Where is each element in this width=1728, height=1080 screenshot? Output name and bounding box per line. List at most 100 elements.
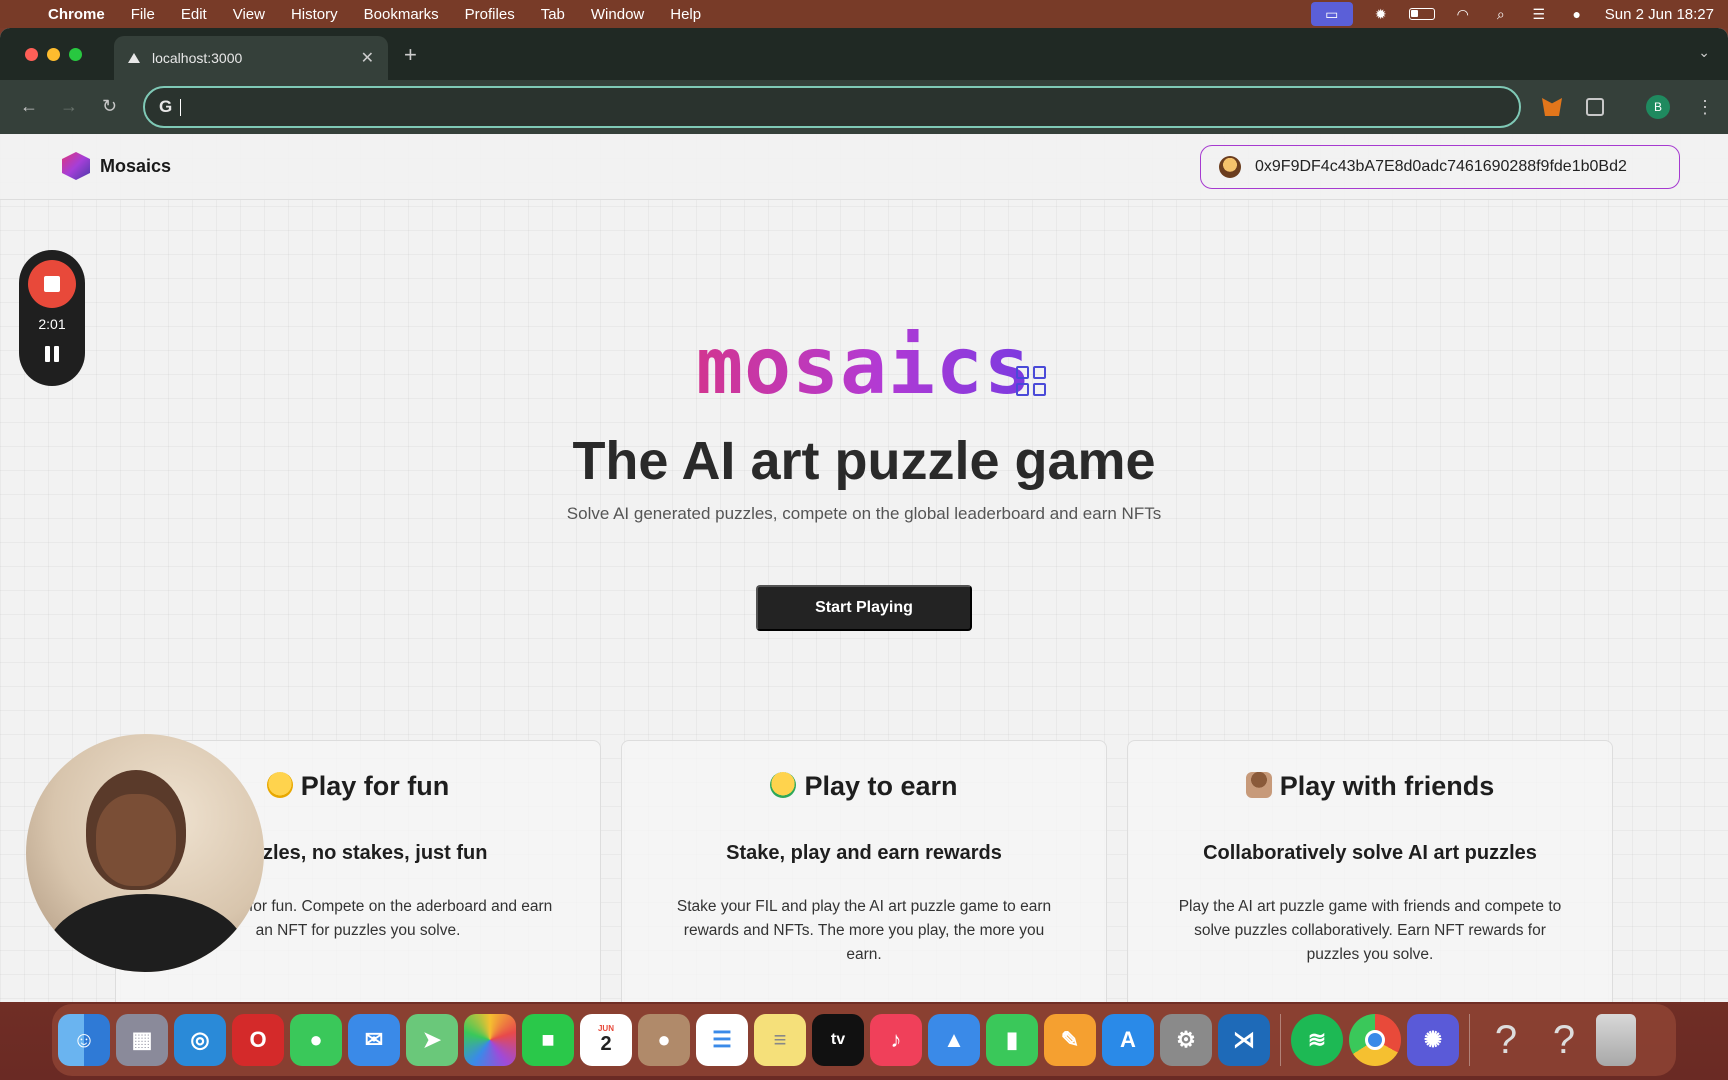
screen-record-icon[interactable]: ▭ (1310, 2, 1353, 26)
mosaics-cube-logo-icon (62, 152, 90, 180)
screen-recorder-app-icon[interactable]: ✺ (1407, 1014, 1459, 1066)
menu-tab[interactable]: Tab (541, 6, 565, 23)
menu-profiles[interactable]: Profiles (465, 6, 515, 23)
screen-recorder-widget: 2:01 (19, 250, 85, 386)
calendar-icon[interactable]: JUN 2 (580, 1014, 632, 1066)
forward-arrow-icon[interactable]: → (60, 96, 78, 117)
spotify-icon[interactable]: ≋ (1291, 1014, 1343, 1066)
brightness-icon[interactable]: ✹ (1371, 6, 1391, 22)
macos-dock: ☺ ▦ ◎ O ● ✉ ➤ ■ JUN 2 ● ☰ ≡ tv ♪ ▲ ▮ ✎ A… (52, 1004, 1676, 1076)
pages-icon[interactable]: ✎ (1044, 1014, 1096, 1066)
opera-icon[interactable]: O (232, 1014, 284, 1066)
music-icon[interactable]: ♪ (870, 1014, 922, 1066)
safari-icon[interactable]: ◎ (174, 1014, 226, 1066)
notes-icon[interactable]: ≡ (754, 1014, 806, 1066)
facetime-icon[interactable]: ■ (522, 1014, 574, 1066)
apple-tv-icon[interactable]: tv (812, 1014, 864, 1066)
photos-icon[interactable] (464, 1014, 516, 1066)
contacts-icon[interactable]: ● (638, 1014, 690, 1066)
hero-subtitle: Solve AI generated puzzles, compete on t… (566, 504, 1162, 523)
close-tab-icon[interactable]: ✕ (361, 48, 374, 68)
card-heading: Collaboratively solve AI art puzzles (1203, 842, 1537, 864)
card-title: Play to earn (622, 771, 1106, 802)
wallet-connect-button[interactable]: 0x9F9DF4c43bA7E8d0adc7461690288f9fde1b0B… (1200, 145, 1680, 189)
vscode-icon[interactable]: ⋊ (1218, 1014, 1270, 1066)
hero-logo-word: mosaics (696, 322, 1032, 412)
window-controls (25, 47, 82, 61)
menu-edit[interactable]: Edit (181, 6, 207, 23)
vercel-favicon-icon (128, 53, 140, 63)
brand-name: Mosaics (100, 155, 172, 176)
tab-title: localhost:3000 (152, 50, 243, 66)
menu-bookmarks[interactable]: Bookmarks (364, 6, 439, 23)
finder-icon[interactable]: ☺ (58, 1014, 110, 1066)
minimize-window-button[interactable] (47, 47, 60, 61)
card-title: Play with friends (1128, 771, 1612, 802)
messages-icon[interactable]: ● (290, 1014, 342, 1066)
mosaic-grid-icon (1016, 366, 1046, 396)
pause-recording-icon[interactable] (45, 346, 59, 362)
card-body: Stake your FIL and play the AI art puzzl… (676, 898, 1052, 963)
battery-icon[interactable] (1408, 8, 1435, 20)
site-header: Mosaics 0x9F9DF4c43bA7E8d0adc7461690288f… (0, 134, 1728, 200)
extensions-puzzle-icon[interactable] (1586, 80, 1604, 134)
metamask-extension-icon[interactable] (1542, 80, 1562, 134)
menu-app-chrome[interactable]: Chrome (48, 6, 105, 23)
card-play-to-earn: Play to earn Stake, play and earn reward… (621, 740, 1107, 1002)
new-tab-icon[interactable]: + (404, 42, 417, 68)
browser-tab[interactable]: localhost:3000 ✕ (114, 36, 388, 80)
profile-avatar[interactable]: B (1646, 80, 1670, 134)
numbers-icon[interactable]: ▮ (986, 1014, 1038, 1066)
recording-timer: 2:01 (38, 316, 66, 332)
app-store-icon[interactable]: A (1102, 1014, 1154, 1066)
card-heading: Stake, play and earn rewards (726, 842, 1002, 864)
mail-icon[interactable]: ✉ (348, 1014, 400, 1066)
hero-title: The AI art puzzle game (572, 431, 1156, 491)
dock-separator (1280, 1014, 1281, 1066)
siri-icon[interactable]: ● (1567, 6, 1587, 22)
wallet-avatar (1219, 156, 1241, 178)
wallet-address: 0x9F9DF4c43bA7E8d0adc7461690288f9fde1b0B… (1255, 158, 1627, 175)
menu-file[interactable]: File (131, 6, 155, 23)
close-window-button[interactable] (25, 47, 38, 61)
tab-search-chevron-icon[interactable]: ⌄ (1698, 44, 1710, 61)
menu-help[interactable]: Help (670, 6, 701, 23)
menubar-clock[interactable]: Sun 2 Jun 18:27 (1605, 6, 1714, 23)
launchpad-icon[interactable]: ▦ (116, 1014, 168, 1066)
unknown-app-icon[interactable]: ? (1480, 1014, 1532, 1066)
menu-window[interactable]: Window (591, 6, 644, 23)
fullscreen-window-button[interactable] (69, 47, 82, 61)
brand-link[interactable]: Mosaics (62, 152, 171, 180)
menu-view[interactable]: View (233, 6, 265, 23)
maps-icon[interactable]: ➤ (406, 1014, 458, 1066)
control-center-icon[interactable]: ☰ (1529, 6, 1549, 22)
chrome-menu-kebab-icon[interactable]: ⋮ (1696, 80, 1714, 134)
chrome-icon[interactable] (1349, 1014, 1401, 1066)
address-bar[interactable]: G (143, 86, 1521, 128)
system-settings-icon[interactable]: ⚙ (1160, 1014, 1212, 1066)
start-playing-button[interactable]: Start Playing (756, 585, 972, 631)
person-raising-hand-icon (1245, 772, 1272, 798)
spotlight-search-icon[interactable]: ⌕ (1491, 6, 1511, 22)
reload-icon[interactable]: ↻ (102, 96, 117, 117)
card-play-with-friends: Play with friends Collaboratively solve … (1127, 740, 1613, 1002)
unknown-app-icon[interactable]: ? (1538, 1014, 1590, 1066)
money-mouth-face-icon (770, 772, 797, 798)
address-input[interactable] (180, 98, 1381, 116)
back-arrow-icon[interactable]: ← (20, 96, 38, 117)
wifi-icon[interactable]: ◠ (1453, 6, 1473, 22)
dock-separator (1469, 1014, 1470, 1066)
browser-toolbar: ← → ↻ G B ⋮ (0, 80, 1728, 134)
google-icon: G (159, 97, 173, 116)
grinning-face-icon (266, 772, 293, 798)
webcam-bubble[interactable] (26, 734, 264, 972)
status-area: ▭ ✹ ◠ ⌕ ☰ ● Sun 2 Jun 18:27 (1310, 0, 1714, 28)
trash-icon[interactable] (1596, 1014, 1636, 1066)
reminders-icon[interactable]: ☰ (696, 1014, 748, 1066)
menu-bar: Chrome File Edit View History Bookmarks … (0, 0, 1728, 28)
menu-history[interactable]: History (291, 6, 338, 23)
stop-recording-button[interactable] (28, 260, 76, 308)
hero-logo: mosaics (0, 322, 1728, 412)
keynote-icon[interactable]: ▲ (928, 1014, 980, 1066)
tab-bar: localhost:3000 ✕ + ⌄ (0, 28, 1728, 80)
